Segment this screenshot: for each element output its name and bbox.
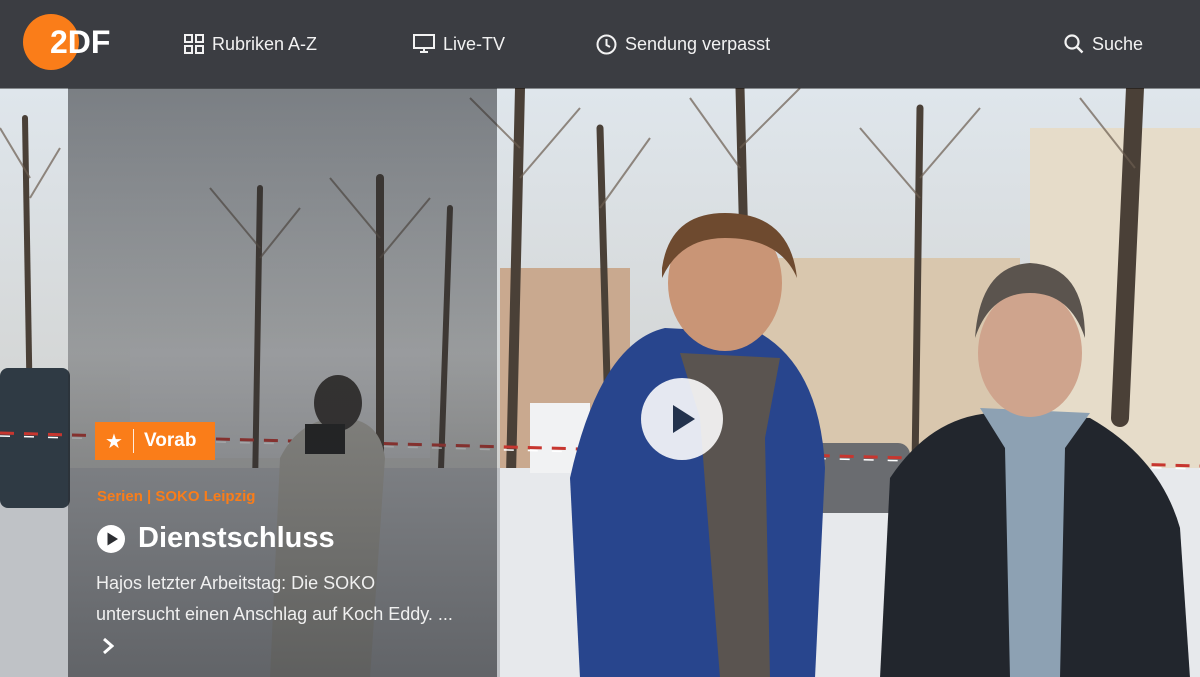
nav-live-label: Live-TV <box>443 33 506 54</box>
tv-icon <box>413 34 435 53</box>
svg-text:2DF: 2DF <box>50 24 110 60</box>
nav-sendung-verpasst[interactable]: Sendung verpasst <box>596 0 770 88</box>
play-circle-icon <box>97 524 125 553</box>
search-button[interactable]: Suche <box>1064 0 1143 88</box>
hero-teaser[interactable]: ★ Vorab Serien | SOKO Leipzig Dienstschl… <box>0 88 1200 677</box>
nav-rubriken-label: Rubriken A-Z <box>212 33 318 54</box>
chevron-right-icon[interactable] <box>102 637 114 655</box>
zdf-logo[interactable]: 2DF <box>22 13 118 71</box>
grid-icon <box>184 34 204 54</box>
teaser-category[interactable]: Serien | SOKO Leipzig <box>97 488 255 505</box>
badge-label: Vorab <box>144 430 197 451</box>
teaser-title: Dienstschluss <box>138 522 335 554</box>
star-icon: ★ <box>105 430 123 453</box>
search-label: Suche <box>1092 33 1144 54</box>
teaser-description-block[interactable]: Hajos letzter Arbeitstag: Die SOKO unter… <box>96 568 456 661</box>
nav-verpasst-label: Sendung verpasst <box>625 33 771 54</box>
teaser-title-link[interactable]: Dienstschluss <box>96 522 335 555</box>
clock-icon <box>596 34 617 54</box>
search-icon <box>1064 34 1084 54</box>
vorab-badge: ★ Vorab <box>95 422 215 460</box>
teaser-description: Hajos letzter Arbeitstag: Die SOKO unter… <box>96 573 453 624</box>
play-icon <box>673 405 695 433</box>
top-navigation-bar: 2DF Rubriken A-Z Live-TV Sendung verpass… <box>0 0 1200 88</box>
nav-rubriken-a-z[interactable]: Rubriken A-Z <box>184 0 317 88</box>
play-video-button[interactable] <box>641 378 723 460</box>
nav-live-tv[interactable]: Live-TV <box>413 0 505 88</box>
